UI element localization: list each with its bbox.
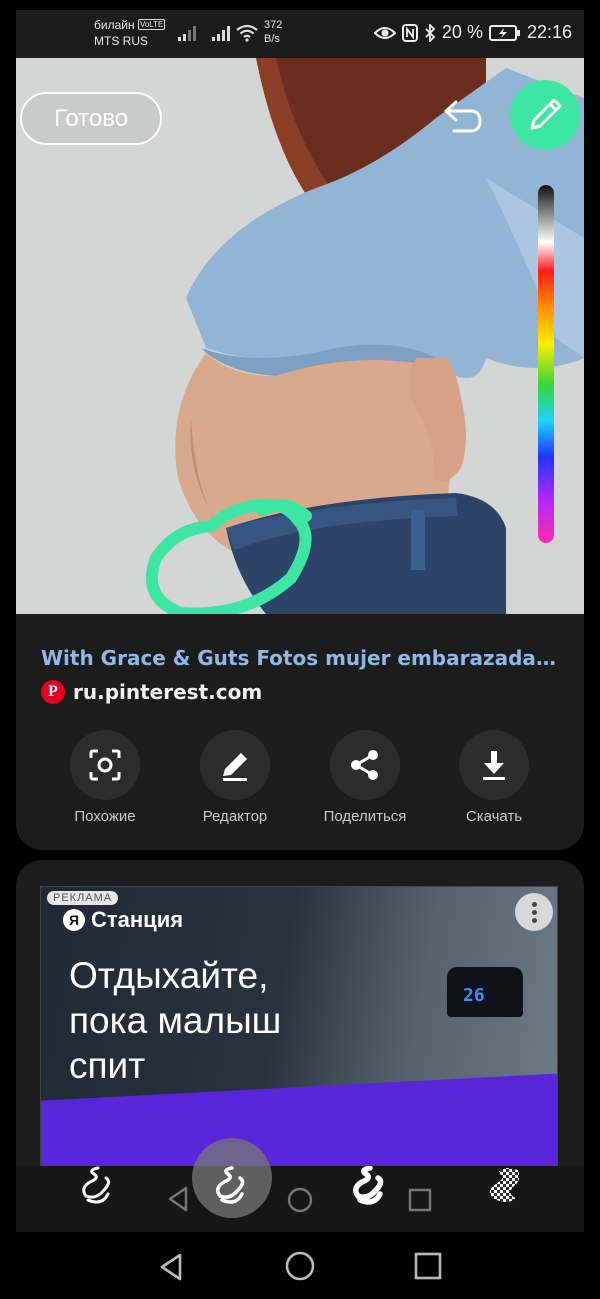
ad-banner[interactable]: 26 РЕКЛАМА Я Станция Отдыхайте, пока мал… bbox=[40, 886, 558, 1180]
ad-headline-line: пока малыш bbox=[69, 1000, 282, 1041]
battery-charging-icon bbox=[488, 24, 520, 41]
bluetooth-icon bbox=[425, 23, 436, 42]
recents-nav-icon bbox=[408, 1188, 432, 1212]
dot-icon bbox=[531, 917, 537, 923]
brush-eraser[interactable] bbox=[482, 1166, 532, 1206]
similar-label: Похожие bbox=[74, 808, 136, 825]
editor-button[interactable]: Редактор bbox=[175, 730, 295, 825]
pencil-icon bbox=[530, 98, 562, 130]
result-source[interactable]: P ru.pinterest.com bbox=[41, 680, 262, 704]
ad-brand-name: Станция bbox=[91, 907, 184, 932]
clock: 22:16 bbox=[526, 22, 572, 42]
brush-bold[interactable] bbox=[346, 1165, 396, 1206]
brush-toolbar bbox=[16, 1138, 584, 1232]
editor-label: Редактор bbox=[202, 808, 268, 825]
ad-brand: Я Станция bbox=[63, 907, 183, 933]
back-nav-icon bbox=[168, 1186, 188, 1212]
ad-headline-line: спит bbox=[69, 1045, 146, 1086]
ad-clock-display: 26 bbox=[463, 985, 485, 1006]
similar-button-circle[interactable] bbox=[70, 730, 140, 800]
volte-badge: VoLTE bbox=[137, 19, 166, 30]
network-speed-value: 372 bbox=[264, 19, 283, 31]
signal-icon bbox=[212, 26, 230, 41]
system-navigation-bar bbox=[0, 1232, 600, 1299]
carrier-info: билайн VoLTE MTS RUS bbox=[94, 17, 166, 49]
download-button[interactable]: Скачать bbox=[434, 730, 554, 825]
brush-medium[interactable] bbox=[208, 1166, 258, 1206]
undo-icon bbox=[444, 100, 482, 133]
pen-button[interactable] bbox=[510, 80, 580, 150]
status-right: 20 % 22:16 bbox=[373, 22, 572, 43]
eraser-checker-icon bbox=[489, 1168, 520, 1202]
result-title[interactable]: With Grace & Guts Fotos mujer embarazada… bbox=[41, 646, 561, 670]
ad-product-image: 26 bbox=[447, 967, 523, 1017]
squiggle-brush-icon bbox=[82, 1166, 111, 1204]
squiggle-bold-brush-icon bbox=[353, 1165, 384, 1205]
brush-thin[interactable] bbox=[74, 1166, 124, 1206]
download-icon bbox=[483, 751, 505, 780]
home-nav-icon bbox=[287, 1187, 313, 1213]
back-icon[interactable] bbox=[158, 1252, 184, 1282]
home-icon[interactable] bbox=[284, 1250, 316, 1282]
nfc-icon bbox=[401, 23, 418, 42]
ad-headline-line: Отдыхайте, bbox=[69, 955, 269, 996]
ad-more-button[interactable] bbox=[515, 893, 553, 931]
ad-headline: Отдыхайте, пока малыш спит bbox=[69, 953, 369, 1088]
recents-icon[interactable] bbox=[414, 1252, 442, 1280]
pencil-icon bbox=[223, 753, 247, 781]
result-card: With Grace & Guts Fotos mujer embarazada… bbox=[16, 614, 584, 850]
share-icon bbox=[351, 750, 378, 780]
dot-icon bbox=[531, 909, 537, 915]
dot-icon bbox=[531, 901, 537, 907]
yandex-logo-icon: Я bbox=[63, 909, 85, 931]
download-button-circle[interactable] bbox=[459, 730, 529, 800]
ad-decoration bbox=[41, 1073, 557, 1180]
source-domain: ru.pinterest.com bbox=[73, 680, 263, 704]
ad-badge: РЕКЛАМА bbox=[47, 891, 119, 905]
color-slider[interactable] bbox=[538, 185, 554, 543]
done-button[interactable]: Готово bbox=[20, 92, 162, 145]
wifi-icon bbox=[236, 24, 258, 42]
network-speed: 372 B/s bbox=[264, 18, 282, 46]
editor-button-circle[interactable] bbox=[200, 730, 270, 800]
pinterest-logo-icon: P bbox=[41, 680, 65, 704]
eye-icon bbox=[373, 26, 396, 39]
share-label: Поделиться bbox=[323, 808, 407, 825]
ad-card: 26 РЕКЛАМА Я Станция Отдыхайте, пока мал… bbox=[16, 860, 584, 1180]
carrier-name: билайн bbox=[94, 18, 135, 32]
signal-icon bbox=[178, 26, 196, 41]
scan-icon bbox=[89, 749, 121, 781]
share-button-circle[interactable] bbox=[330, 730, 400, 800]
share-button[interactable]: Поделиться bbox=[305, 730, 425, 825]
network-speed-unit: B/s bbox=[264, 33, 280, 45]
carrier-name-2: MTS RUS bbox=[94, 34, 148, 48]
similar-button[interactable]: Похожие bbox=[45, 730, 165, 825]
download-label: Скачать bbox=[465, 808, 523, 825]
status-bar: билайн VoLTE MTS RUS 372 B/s 20 % 22:16 bbox=[16, 10, 584, 58]
squiggle-brush-icon bbox=[216, 1166, 245, 1204]
undo-button[interactable] bbox=[440, 94, 490, 140]
battery-percent: 20 % bbox=[441, 22, 483, 42]
